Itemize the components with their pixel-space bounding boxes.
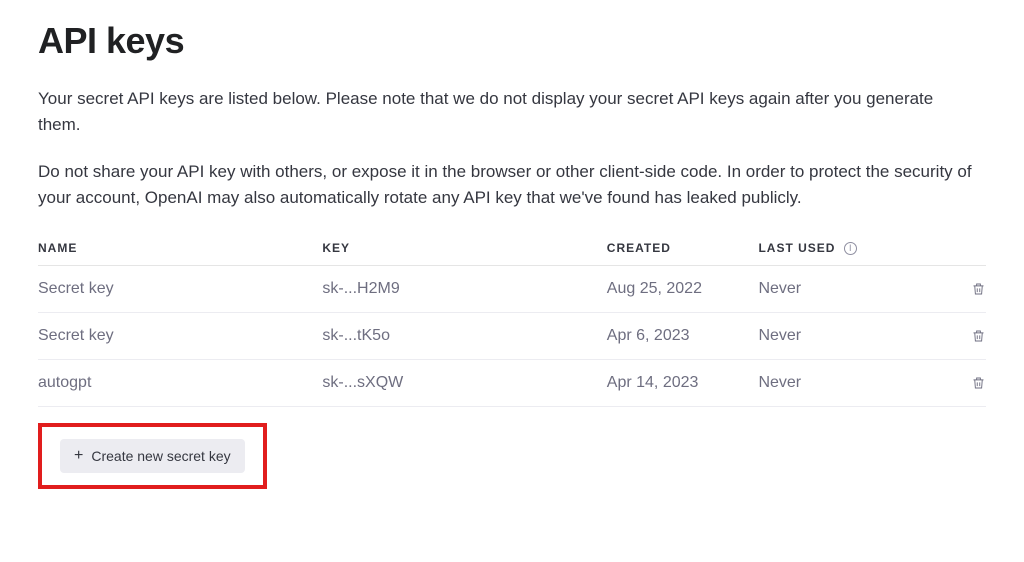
cell-created: Aug 25, 2022 <box>607 266 759 313</box>
trash-icon[interactable] <box>971 327 986 345</box>
col-header-lastused: LAST USED i <box>758 231 929 266</box>
cell-lastused: Never <box>758 266 929 313</box>
table-row: autogpt sk-...sXQW Apr 14, 2023 Never <box>38 360 986 407</box>
create-secret-key-button[interactable]: + Create new secret key <box>60 439 245 473</box>
col-header-created: CREATED <box>607 231 759 266</box>
cell-name: autogpt <box>38 360 322 407</box>
cell-name: Secret key <box>38 313 322 360</box>
table-row: Secret key sk-...H2M9 Aug 25, 2022 Never <box>38 266 986 313</box>
info-icon[interactable]: i <box>844 242 857 255</box>
highlight-box: + Create new secret key <box>38 423 267 489</box>
page-title: API keys <box>38 20 986 62</box>
cell-created: Apr 6, 2023 <box>607 313 759 360</box>
trash-icon[interactable] <box>971 374 986 392</box>
description-text-1: Your secret API keys are listed below. P… <box>38 86 978 139</box>
col-header-key: KEY <box>322 231 606 266</box>
plus-icon: + <box>74 448 83 464</box>
cell-created: Apr 14, 2023 <box>607 360 759 407</box>
cell-key: sk-...H2M9 <box>322 266 606 313</box>
cell-lastused: Never <box>758 313 929 360</box>
api-keys-table: NAME KEY CREATED LAST USED i Secret key … <box>38 231 986 407</box>
table-row: Secret key sk-...tK5o Apr 6, 2023 Never <box>38 313 986 360</box>
col-header-name: NAME <box>38 231 322 266</box>
cell-key: sk-...tK5o <box>322 313 606 360</box>
create-button-label: Create new secret key <box>91 448 230 464</box>
trash-icon[interactable] <box>971 280 986 298</box>
description-text-2: Do not share your API key with others, o… <box>38 159 978 212</box>
cell-name: Secret key <box>38 266 322 313</box>
cell-lastused: Never <box>758 360 929 407</box>
cell-key: sk-...sXQW <box>322 360 606 407</box>
last-used-label: LAST USED <box>758 241 835 255</box>
col-header-actions <box>929 231 986 266</box>
